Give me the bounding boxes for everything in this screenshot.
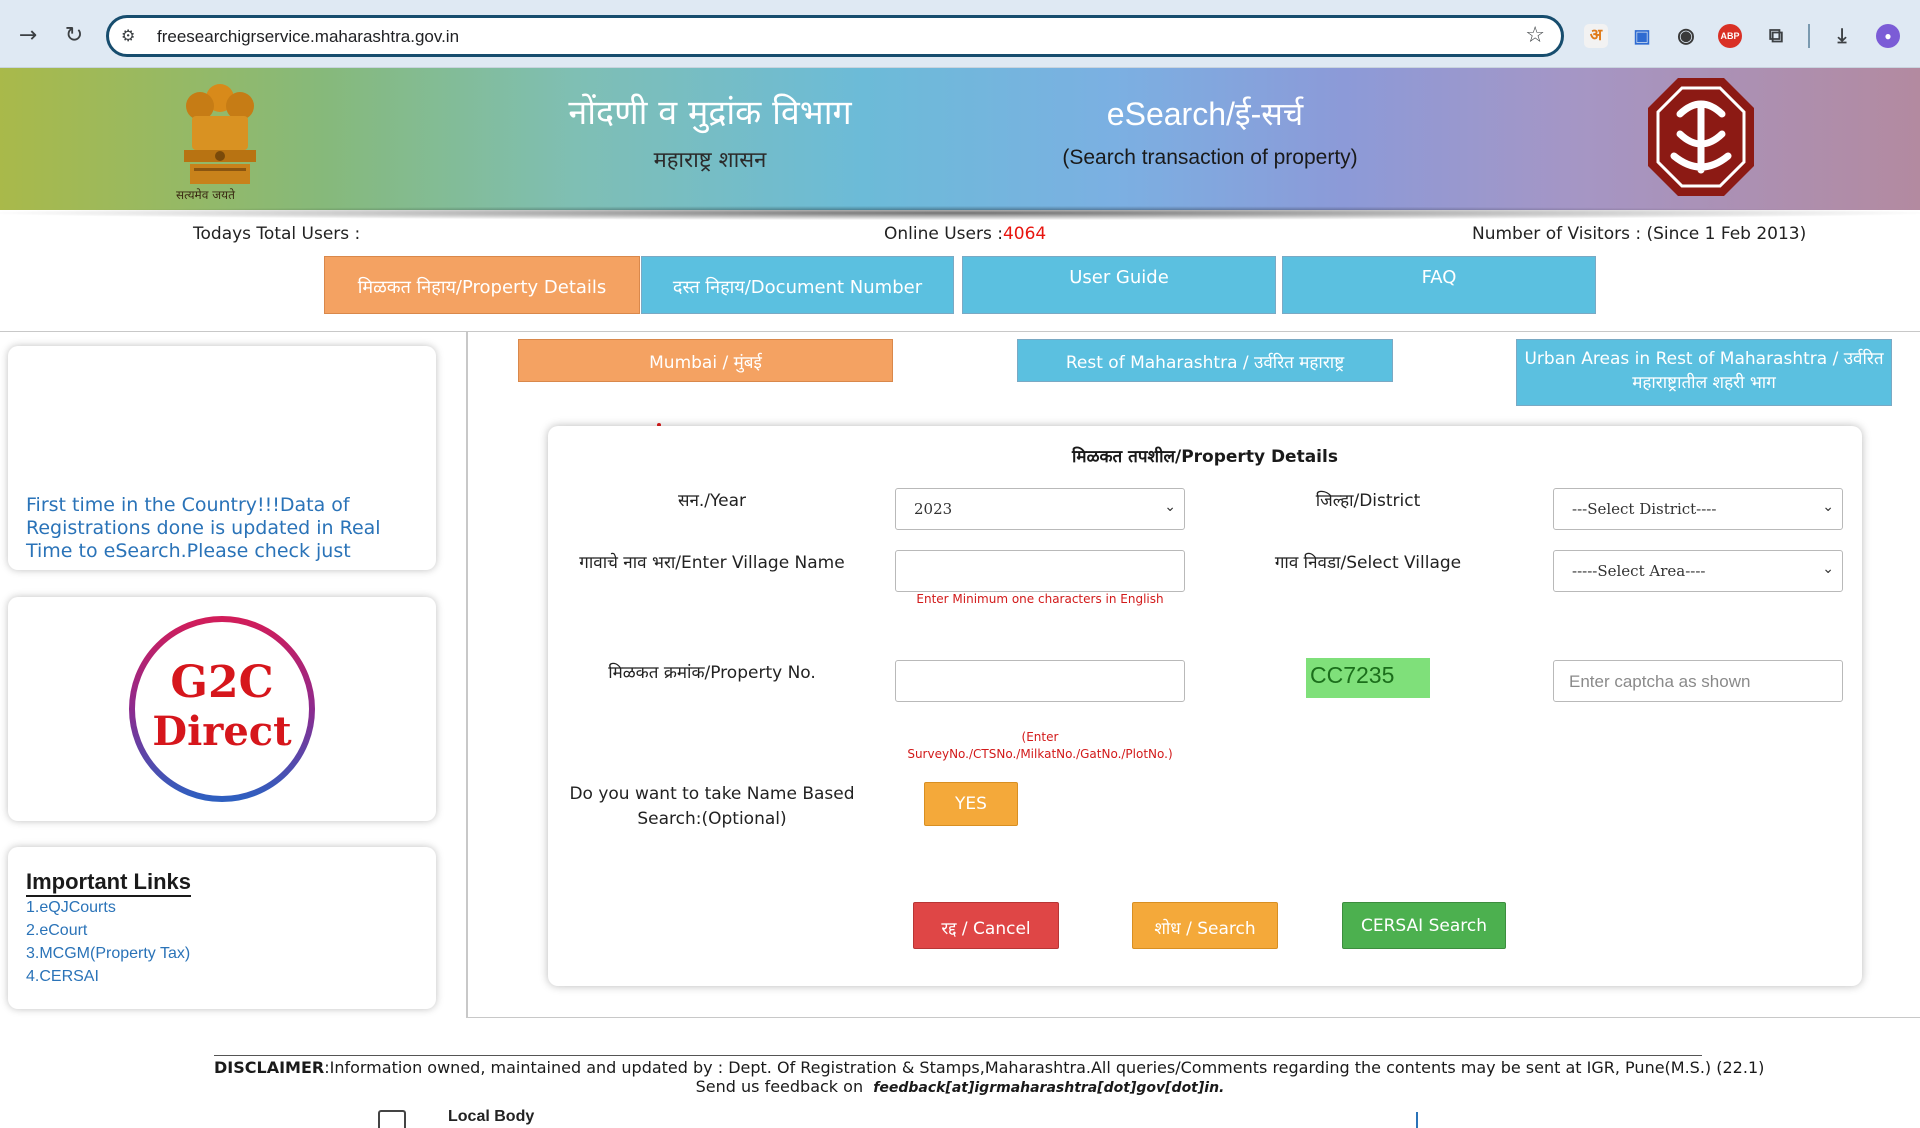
g2c-line1: G2C bbox=[170, 657, 273, 708]
search-button[interactable]: शोध / Search bbox=[1132, 902, 1278, 949]
news-ticker-text[interactable]: First time in the Country!!!Data of Regi… bbox=[26, 494, 416, 563]
chrome-ext-icon[interactable]: ◉ bbox=[1674, 24, 1698, 48]
esearch-title: eSearch/ई-सर्च bbox=[1106, 96, 1304, 132]
link-eqjcourts[interactable]: 1.eQJCourts bbox=[26, 899, 116, 917]
browser-toolbar: → ↻ ⚙ freesearchigrservice.maharashtra.g… bbox=[0, 0, 1920, 68]
select-village-label: गाव निवडा/Select Village bbox=[1274, 553, 1462, 573]
feedback-line: Send us feedback on feedback[at]igrmahar… bbox=[0, 1077, 1920, 1096]
partial-divider bbox=[1416, 1112, 1418, 1128]
g2c-direct-logo[interactable]: G2C Direct bbox=[126, 613, 318, 805]
property-no-hint-line2: SurveyNo./CTSNo./MilkatNo./GatNo./PlotNo… bbox=[907, 747, 1173, 761]
important-links-card: Important Links 1.eQJCourts 2.eCourt 3.M… bbox=[8, 847, 436, 1009]
disclaimer-rule bbox=[214, 1055, 1702, 1056]
village-name-hint: Enter Minimum one characters in English bbox=[916, 592, 1164, 606]
forward-arrow-icon[interactable]: → bbox=[14, 22, 42, 50]
form-title: मिळकत तपशील/Property Details bbox=[1072, 447, 1338, 467]
district-label: जिल्हा/District bbox=[1315, 491, 1421, 511]
address-bar[interactable]: ⚙ freesearchigrservice.maharashtra.gov.i… bbox=[106, 15, 1564, 57]
year-select[interactable]: 2023 ⌄ bbox=[895, 488, 1185, 530]
sidebar-divider bbox=[466, 331, 468, 1018]
feedback-email[interactable]: feedback[at]igrmaharashtra[dot]gov[dot]i… bbox=[873, 1080, 1224, 1096]
toolbar-separator bbox=[1808, 24, 1810, 48]
tab-document-number[interactable]: दस्त निहाय/Document Number bbox=[641, 256, 954, 314]
bookmark-star-icon[interactable]: ☆ bbox=[1525, 23, 1545, 48]
divider bbox=[0, 331, 1920, 332]
village-select[interactable]: -----Select Area---- ⌄ bbox=[1553, 550, 1843, 592]
village-name-input[interactable] bbox=[895, 550, 1185, 592]
disclaimer: DISCLAIMER:Information owned, maintained… bbox=[214, 1058, 1764, 1077]
link-cersai[interactable]: 4.CERSAI bbox=[26, 968, 99, 986]
chevron-down-icon: ⌄ bbox=[1164, 499, 1176, 515]
yes-button[interactable]: YES bbox=[924, 782, 1018, 826]
igr-logo-icon bbox=[1648, 78, 1754, 196]
department-title: नोंदणी व मुद्रांक विभाग bbox=[568, 93, 852, 133]
header-banner: सत्यमेव जयते नोंदणी व मुद्रांक विभाग महा… bbox=[0, 68, 1920, 210]
g2c-line2: Direct bbox=[152, 708, 292, 755]
local-body-label: Local Body bbox=[448, 1108, 535, 1125]
adblock-ext-icon[interactable]: ABP bbox=[1718, 24, 1742, 48]
local-body-checkbox[interactable] bbox=[378, 1110, 406, 1128]
disclaimer-text: :Information owned, maintained and updat… bbox=[324, 1058, 1765, 1077]
region-urban-areas-button[interactable]: Urban Areas in Rest of Maharashtra / उर्… bbox=[1516, 339, 1892, 406]
year-select-value: 2023 bbox=[914, 500, 953, 518]
property-details-form: मिळकत तपशील/Property Details सन./Year 20… bbox=[548, 426, 1862, 986]
link-mcgm-property-tax[interactable]: 3.MCGM(Property Tax) bbox=[26, 945, 190, 963]
site-settings-icon[interactable]: ⚙ bbox=[121, 26, 143, 46]
content-divider bbox=[468, 1017, 1920, 1018]
important-links-title: Important Links bbox=[26, 869, 192, 897]
feedback-label: Send us feedback on bbox=[695, 1077, 864, 1096]
village-name-label: गावाचे नाव भरा/Enter Village Name bbox=[579, 553, 845, 573]
todays-users: Todays Total Users : bbox=[193, 224, 361, 244]
department-subtitle: महाराष्ट्र शासन bbox=[653, 148, 767, 173]
visitors-count: Number of Visitors : (Since 1 Feb 2013) bbox=[1472, 224, 1807, 244]
news-ticker-card: First time in the Country!!!Data of Regi… bbox=[8, 346, 436, 570]
village-select-value: -----Select Area---- bbox=[1572, 562, 1706, 580]
translate-ext-icon[interactable]: अ bbox=[1584, 24, 1608, 48]
region-mumbai-button[interactable]: Mumbai / मुंबई bbox=[518, 339, 893, 382]
year-label: सन./Year bbox=[677, 491, 747, 511]
online-users-count: 4064 bbox=[1002, 224, 1047, 244]
reload-icon[interactable]: ↻ bbox=[60, 22, 88, 50]
tab-faq[interactable]: FAQ bbox=[1282, 256, 1596, 314]
online-users: Online Users :4064 bbox=[884, 224, 1046, 244]
chevron-down-icon: ⌄ bbox=[1822, 499, 1834, 515]
extensions-puzzle-icon[interactable]: ⧉ bbox=[1764, 24, 1788, 48]
download-icon[interactable]: ⤓ bbox=[1830, 24, 1854, 48]
captcha-input[interactable]: Enter captcha as shown bbox=[1553, 660, 1843, 702]
chevron-down-icon: ⌄ bbox=[1822, 561, 1834, 577]
banner-shadow bbox=[0, 206, 1920, 220]
online-users-label: Online Users : bbox=[884, 224, 1003, 244]
captcha-image: CC7235 bbox=[1306, 658, 1430, 698]
g2c-direct-card[interactable]: G2C Direct bbox=[8, 597, 436, 821]
emblem-motto: सत्यमेव जयते bbox=[176, 188, 235, 202]
cersai-search-button[interactable]: CERSAI Search bbox=[1342, 902, 1506, 949]
tab-property-details[interactable]: मिळकत निहाय/Property Details bbox=[324, 256, 640, 314]
district-select-value: ---Select District---- bbox=[1572, 500, 1717, 518]
disclaimer-label: DISCLAIMER bbox=[214, 1058, 325, 1077]
esearch-subtitle: (Search transaction of property) bbox=[1062, 146, 1358, 169]
name-search-label-line2: Search:(Optional) bbox=[637, 809, 787, 829]
name-search-label-line1: Do you want to take Name Based bbox=[569, 784, 855, 804]
property-no-hint-line1: (Enter bbox=[1021, 730, 1059, 744]
cancel-button[interactable]: रद्द / Cancel bbox=[913, 902, 1059, 949]
region-rest-of-maharashtra-button[interactable]: Rest of Maharashtra / उर्वरित महाराष्ट्र bbox=[1017, 339, 1393, 382]
state-emblem-icon bbox=[184, 84, 256, 184]
link-ecourt[interactable]: 2.eCourt bbox=[26, 922, 87, 940]
property-no-input[interactable] bbox=[895, 660, 1185, 702]
profile-avatar-icon[interactable]: ● bbox=[1876, 24, 1900, 48]
district-select[interactable]: ---Select District---- ⌄ bbox=[1553, 488, 1843, 530]
property-no-label: मिळकत क्रमांक/Property No. bbox=[608, 663, 816, 683]
tab-user-guide[interactable]: User Guide bbox=[962, 256, 1276, 314]
tab-ext-icon[interactable]: ▣ bbox=[1630, 24, 1654, 48]
url-text[interactable]: freesearchigrservice.maharashtra.gov.in bbox=[157, 27, 459, 47]
